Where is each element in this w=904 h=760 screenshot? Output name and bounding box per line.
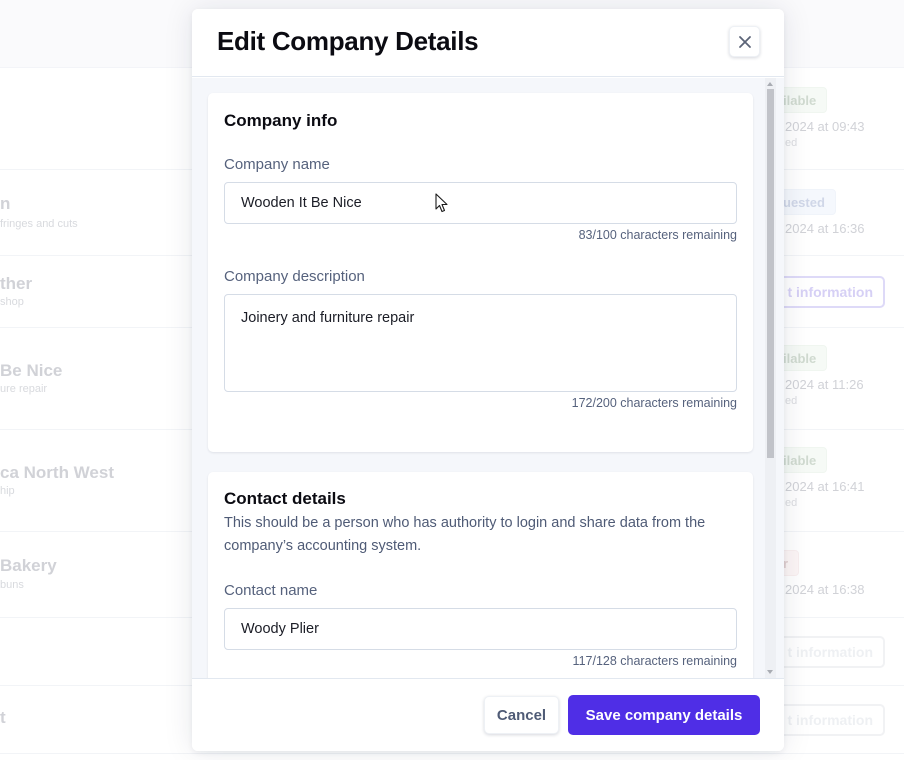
modal-footer: Cancel Save company details bbox=[192, 678, 784, 751]
contact-details-card: Contact details This should be a person … bbox=[208, 472, 753, 678]
modal-header: Edit Company Details bbox=[192, 9, 784, 77]
company-description-counter: 172/200 characters remaining bbox=[571, 396, 737, 410]
company-name-label: Company name bbox=[224, 156, 330, 173]
company-info-title: Company info bbox=[224, 111, 338, 130]
contact-name-input[interactable] bbox=[224, 608, 737, 650]
modal-title: Edit Company Details bbox=[217, 26, 479, 56]
company-info-card: Company info Company name 83/100 charact… bbox=[208, 93, 753, 452]
save-company-details-button[interactable]: Save company details bbox=[568, 695, 760, 735]
cancel-button[interactable]: Cancel bbox=[484, 696, 559, 734]
scroll-down-arrow-icon[interactable] bbox=[767, 670, 773, 674]
contact-details-title: Contact details bbox=[224, 489, 346, 508]
modal-scrollbar[interactable] bbox=[765, 78, 776, 678]
contact-name-counter: 117/128 characters remaining bbox=[572, 654, 737, 668]
close-button[interactable] bbox=[729, 26, 760, 57]
company-name-input[interactable] bbox=[224, 182, 737, 224]
scrollbar-thumb[interactable] bbox=[767, 89, 774, 458]
modal-body: Company info Company name 83/100 charact… bbox=[192, 78, 784, 678]
edit-company-modal: Edit Company Details Company info Compan… bbox=[192, 9, 784, 751]
contact-name-label: Contact name bbox=[224, 582, 318, 599]
contact-details-description: This should be a person who has authorit… bbox=[224, 515, 706, 554]
company-description-input[interactable]: Joinery and furniture repair bbox=[224, 294, 737, 392]
scroll-up-arrow-icon[interactable] bbox=[767, 82, 773, 86]
close-icon bbox=[738, 35, 751, 48]
company-description-label: Company description bbox=[224, 268, 365, 285]
company-name-counter: 83/100 characters remaining bbox=[578, 228, 737, 242]
